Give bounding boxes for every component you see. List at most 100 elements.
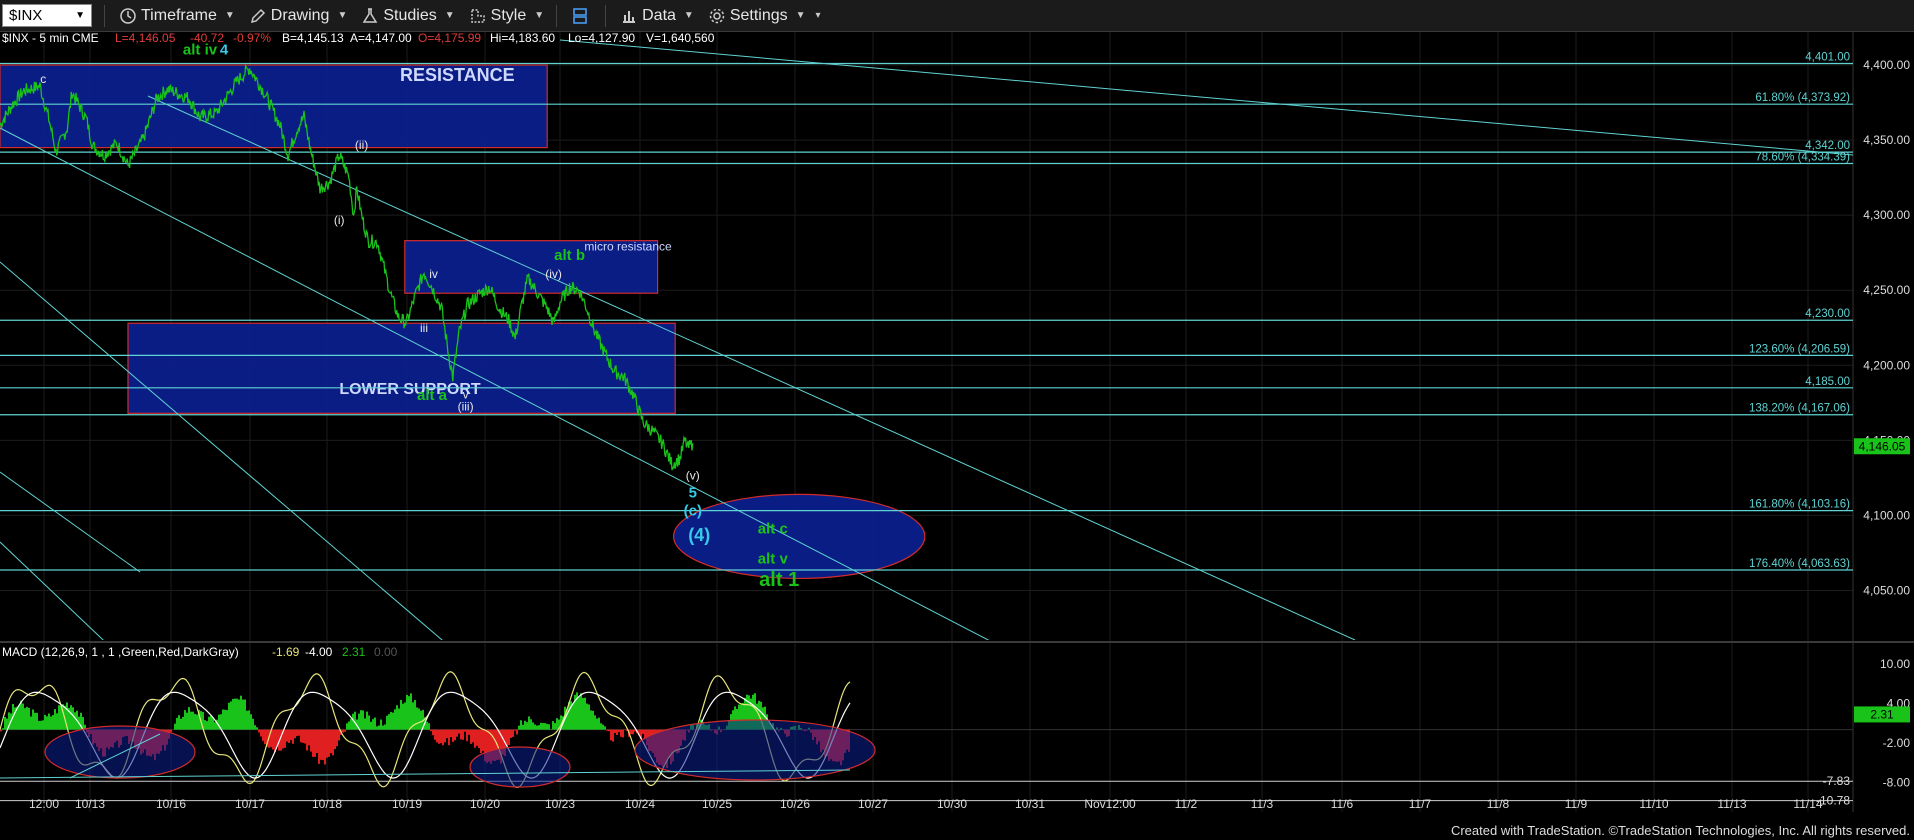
macd-histogram-bar	[176, 717, 178, 730]
price-chart[interactable]: RESISTANCEmicro resistanceLOWER SUPPORT …	[0, 32, 1914, 822]
macd-histogram-bar	[554, 723, 556, 730]
macd-histogram-bar	[608, 729, 610, 732]
data-menu[interactable]: Data ▼	[620, 0, 694, 31]
price-change-pct: -0.97%	[233, 32, 271, 45]
price-change: -40.72	[190, 32, 224, 45]
studies-menu[interactable]: Studies ▼	[361, 0, 455, 31]
wave-label: iii	[420, 321, 428, 335]
macd-histogram-bar	[516, 729, 518, 735]
macd-histogram-bar	[18, 705, 20, 730]
macd-histogram-bar	[408, 696, 410, 730]
macd-histogram-bar	[436, 729, 438, 743]
macd-histogram-bar	[506, 729, 508, 747]
symbol-info: $INX - 5 min CME	[2, 32, 99, 45]
macd-histogram-bar	[598, 717, 600, 730]
date-tick-label: 10/16	[156, 797, 186, 811]
macd-histogram-bar	[190, 711, 192, 730]
low-price: Lo=4,127.90	[568, 32, 635, 45]
macd-histogram-bar	[54, 709, 56, 730]
macd-histogram-bar	[42, 720, 44, 730]
price-tick-label: 4,300.00	[1863, 208, 1910, 222]
chevron-down-icon: ▼	[444, 10, 455, 21]
macd-histogram-bar	[388, 714, 390, 730]
macd-histogram-bar	[402, 703, 404, 730]
macd-histogram-bar	[514, 729, 516, 731]
macd-histogram-bar	[416, 707, 418, 730]
flask-icon	[363, 7, 378, 23]
macd-last-tag-label: 2.31	[1870, 707, 1894, 721]
footer: Created with TradeStation. ©TradeStation…	[0, 822, 1914, 840]
macd-histogram-bar	[520, 720, 522, 730]
macd-histogram-bar	[238, 699, 240, 730]
macd-histogram-bar	[366, 711, 368, 730]
macd-readout: -4.00	[305, 645, 333, 659]
level-label: 4,401.00	[1805, 52, 1850, 64]
date-axis-background	[0, 812, 1914, 822]
macd-histogram-bar	[398, 708, 400, 730]
wave-label: iv	[429, 267, 438, 281]
macd-histogram-bar	[320, 729, 322, 760]
macd-histogram-bar	[314, 729, 316, 757]
style-menu[interactable]: Style ▼	[469, 0, 544, 31]
macd-histogram-bar	[434, 729, 436, 740]
overflow-icon[interactable]: ▾	[816, 10, 821, 21]
macd-histogram-bar	[32, 709, 34, 730]
macd-histogram-bar	[588, 704, 590, 730]
wave-label: (ii)	[355, 138, 368, 152]
volume: V=1,640,560	[646, 32, 715, 45]
timeframe-menu[interactable]: Timeframe ▼	[119, 0, 235, 31]
macd-histogram-bar	[420, 710, 422, 730]
settings-menu[interactable]: Settings ▼ ▾	[708, 0, 821, 31]
macd-histogram-bar	[418, 708, 420, 730]
macd-histogram-bar	[372, 719, 374, 730]
macd-histogram-bar	[308, 729, 310, 746]
level-label: 4,342.00	[1805, 140, 1850, 152]
macd-histogram-bar	[630, 729, 632, 735]
macd-histogram-bar	[600, 723, 602, 730]
date-tick-label: 10/17	[235, 797, 265, 811]
date-tick-label: 10/19	[392, 797, 422, 811]
macd-histogram-bar	[404, 702, 406, 730]
toolbar-divider	[104, 4, 105, 27]
macd-histogram-bar	[206, 721, 208, 730]
macd-histogram-bar	[450, 729, 452, 738]
macd-histogram-bar	[612, 729, 614, 742]
macd-histogram-bar	[386, 715, 388, 730]
macd-histogram-bar	[242, 699, 244, 730]
macd-histogram-bar	[370, 721, 372, 730]
divergence-ellipse[interactable]	[44, 725, 196, 779]
macd-histogram-bar	[72, 707, 74, 730]
macd-histogram-bar	[364, 718, 366, 730]
macd-histogram-bar	[362, 710, 364, 730]
macd-histogram-bar	[614, 729, 616, 734]
macd-histogram-bar	[290, 729, 292, 741]
macd-histogram-bar	[606, 729, 608, 731]
level-label: 4,230.00	[1805, 308, 1850, 320]
symbol-selector[interactable]: $INX ▼	[2, 4, 92, 27]
wave-label: alt a	[417, 387, 448, 404]
macd-histogram-bar	[544, 723, 546, 730]
macd-histogram-bar	[454, 729, 456, 741]
macd-histogram-bar	[204, 720, 206, 730]
layout-button[interactable]	[571, 0, 593, 31]
macd-histogram-bar	[30, 716, 32, 730]
macd-histogram-bar	[228, 702, 230, 730]
zone-box[interactable]	[127, 322, 676, 414]
macd-histogram-bar	[286, 729, 288, 742]
date-tick-label: 11/8	[1487, 797, 1510, 811]
macd-histogram-bar	[244, 699, 246, 730]
chart-background	[0, 32, 1914, 822]
macd-histogram-bar	[2, 728, 4, 730]
chevron-down-icon: ▼	[75, 10, 85, 21]
macd-histogram-bar	[252, 718, 254, 730]
divergence-ellipse[interactable]	[469, 746, 571, 788]
macd-histogram-bar	[508, 729, 510, 746]
macd-histogram-bar	[410, 693, 412, 730]
macd-histogram-bar	[208, 716, 210, 730]
target-ellipse[interactable]	[673, 493, 926, 580]
macd-histogram-bar	[442, 729, 444, 746]
macd-histogram-bar	[28, 707, 30, 730]
macd-tick-label: 10.00	[1880, 657, 1910, 671]
macd-histogram-bar	[622, 729, 624, 738]
drawing-menu[interactable]: Drawing ▼	[249, 0, 347, 31]
